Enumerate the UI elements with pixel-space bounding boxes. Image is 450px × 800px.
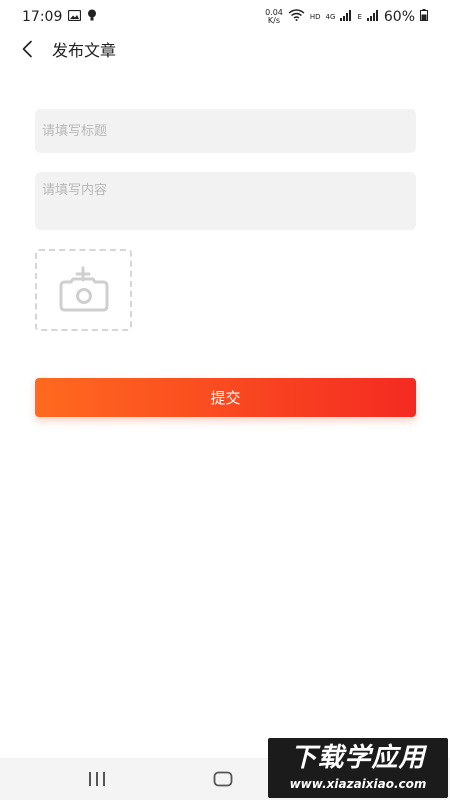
hd-label: HD (309, 13, 321, 21)
add-photo-icon (59, 266, 108, 312)
back-button[interactable] (12, 34, 42, 64)
signal-icon-1 (340, 9, 352, 25)
submit-button[interactable]: 提交 (35, 378, 416, 417)
wifi-icon (288, 9, 305, 25)
recent-apps-icon (89, 772, 105, 786)
header: 发布文章 (0, 34, 450, 64)
page-title: 发布文章 (52, 41, 117, 60)
chevron-left-icon (22, 40, 32, 58)
gallery-icon (68, 9, 82, 25)
net-speed: 0.04 K/s (265, 9, 283, 25)
recent-apps-button[interactable] (77, 766, 117, 792)
watermark-title: 下载学应用 (290, 743, 426, 773)
watermark-url: www.xiazaixiao.com (289, 777, 427, 791)
content-input[interactable] (35, 172, 416, 230)
battery-icon (420, 9, 428, 25)
battery-percent: 60% (383, 9, 415, 25)
network-e-label: E (357, 13, 362, 21)
status-bar-right: 0.04 K/s HD 4G E 60% (265, 9, 428, 25)
status-bar: 17:09 0.04 K/s HD 4G E 60% (0, 0, 450, 34)
image-upload-button[interactable] (35, 249, 132, 331)
status-bar-left: 17:09 (22, 9, 97, 25)
network-4g-label: 4G (325, 13, 336, 21)
title-input[interactable] (35, 109, 416, 153)
home-icon (213, 771, 233, 787)
home-button[interactable] (203, 766, 243, 792)
signal-icon-2 (366, 9, 379, 25)
net-speed-unit: K/s (267, 16, 281, 25)
notification-pin-icon (87, 9, 97, 25)
clock: 17:09 (22, 9, 63, 25)
watermark-logo: 下载学应用 www.xiazaixiao.com (268, 738, 448, 798)
